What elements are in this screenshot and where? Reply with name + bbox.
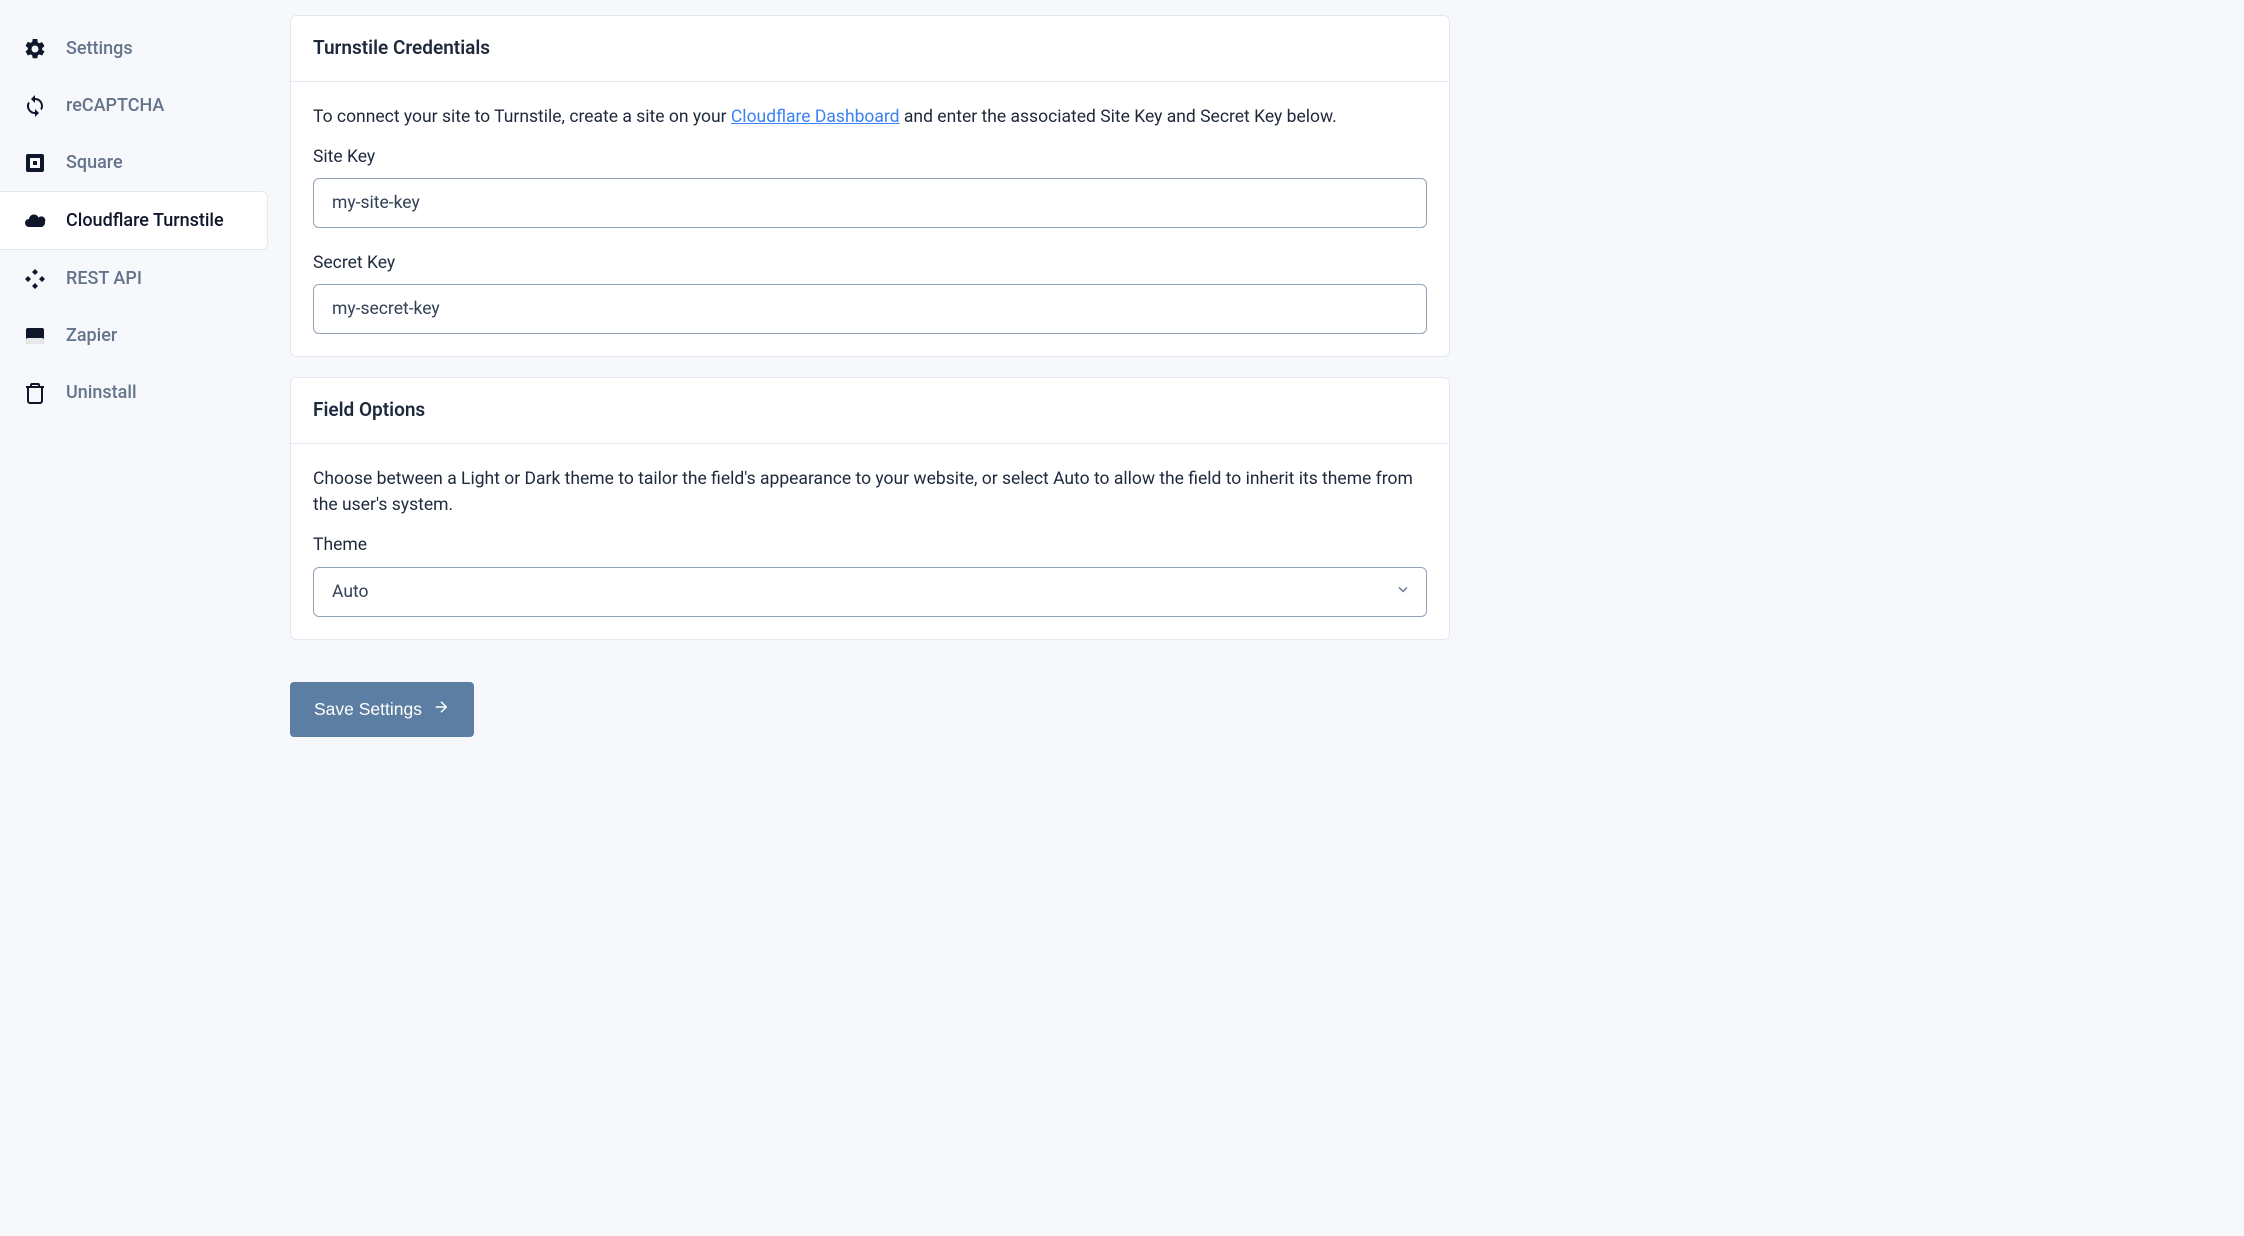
theme-select[interactable]: Auto (313, 567, 1427, 617)
sidebar-item-label: Cloudflare Turnstile (66, 207, 224, 234)
field-options-description: Choose between a Light or Dark theme to … (313, 466, 1427, 519)
arrow-right-icon (432, 698, 450, 721)
site-key-label: Site Key (313, 144, 1427, 170)
sidebar-item-uninstall[interactable]: Uninstall (0, 364, 270, 421)
sidebar-item-label: Uninstall (66, 379, 137, 406)
field-options-title: Field Options (291, 378, 1449, 444)
zapier-icon (22, 323, 48, 349)
sidebar-item-label: reCAPTCHA (66, 92, 164, 119)
sidebar-item-zapier[interactable]: Zapier (0, 307, 270, 364)
theme-label: Theme (313, 532, 1427, 558)
site-key-input[interactable] (313, 178, 1427, 228)
save-settings-button[interactable]: Save Settings (290, 682, 474, 737)
credentials-card: Turnstile Credentials To connect your si… (290, 15, 1450, 357)
cloudflare-dashboard-link[interactable]: Cloudflare Dashboard (731, 107, 900, 127)
sidebar-item-label: Square (66, 149, 123, 176)
diamond-icon (22, 266, 48, 292)
sidebar-item-rest-api[interactable]: REST API (0, 250, 270, 307)
gear-icon (22, 36, 48, 62)
sidebar-item-settings[interactable]: Settings (0, 20, 270, 77)
refresh-icon (22, 93, 48, 119)
credentials-description: To connect your site to Turnstile, creat… (313, 104, 1427, 130)
credentials-title: Turnstile Credentials (291, 16, 1449, 82)
sidebar-item-label: REST API (66, 265, 142, 292)
sidebar-item-label: Settings (66, 35, 133, 62)
secret-key-label: Secret Key (313, 250, 1427, 276)
sidebar: Settings reCAPTCHA Square Cloudflare Tur… (0, 0, 270, 421)
save-button-label: Save Settings (314, 699, 422, 720)
sidebar-item-recaptcha[interactable]: reCAPTCHA (0, 77, 270, 134)
trash-icon (22, 380, 48, 406)
field-options-card: Field Options Choose between a Light or … (290, 377, 1450, 639)
sidebar-item-square[interactable]: Square (0, 134, 270, 191)
sidebar-item-cloudflare-turnstile[interactable]: Cloudflare Turnstile (0, 191, 268, 250)
main-content: Turnstile Credentials To connect your si… (270, 0, 1470, 777)
secret-key-input[interactable] (313, 284, 1427, 334)
square-icon (22, 150, 48, 176)
cloud-icon (22, 208, 48, 234)
sidebar-item-label: Zapier (66, 322, 117, 349)
